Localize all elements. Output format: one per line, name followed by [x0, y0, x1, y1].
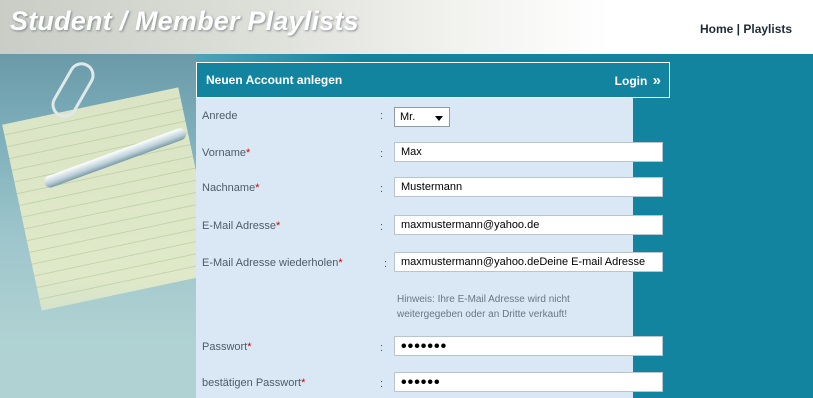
site-title: Student / Member Playlists: [10, 6, 359, 36]
field-colon: :: [380, 148, 384, 160]
email-repeat-label: E-Mail Adresse wiederholen*: [202, 257, 343, 269]
required-asterisk: *: [255, 182, 260, 194]
email-label: E-Mail Adresse*: [202, 220, 281, 232]
field-colon: :: [380, 378, 384, 390]
salutation-label: Anrede: [202, 110, 238, 122]
site-header: Student / Member Playlists Home | Playli…: [0, 0, 813, 54]
login-link[interactable]: Login »: [615, 72, 661, 89]
confirm-password-label: bestätigen Passwort*: [202, 377, 306, 389]
required-asterisk: *: [275, 220, 281, 232]
form-header: Neuen Account anlegen Login »: [196, 62, 670, 98]
form-title: Neuen Account anlegen: [206, 73, 343, 87]
email-repeat-input[interactable]: maxmustermann@yahoo.deDeine E-mail Adres…: [394, 252, 663, 272]
field-colon: :: [380, 183, 384, 195]
salutation-value: Mr.: [400, 111, 416, 123]
field-colon: :: [380, 342, 384, 354]
decorative-illustration: [0, 54, 196, 398]
field-colon: :: [380, 110, 384, 122]
required-asterisk: *: [301, 377, 306, 389]
illustration-fade: [0, 278, 196, 398]
confirm-password-input[interactable]: ••••••: [394, 372, 663, 392]
field-colon: :: [384, 258, 388, 270]
required-asterisk: *: [338, 257, 343, 269]
field-colon: :: [380, 221, 384, 233]
salutation-select[interactable]: Mr.: [394, 107, 450, 127]
nav-separator: |: [733, 22, 744, 36]
first-name-label: Vorname*: [202, 147, 251, 159]
required-asterisk: *: [247, 341, 252, 353]
nav-home-link[interactable]: Home: [700, 22, 733, 36]
password-input[interactable]: •••••••: [394, 336, 663, 356]
last-name-label: Nachname*: [202, 182, 260, 194]
first-name-input[interactable]: Max: [394, 142, 663, 162]
top-nav: Home | Playlists: [700, 22, 792, 36]
privacy-hint: Hinweis: Ihre E-Mail Adresse wird nicht …: [397, 294, 570, 320]
login-label[interactable]: Login: [615, 74, 648, 88]
password-label: Passwort*: [202, 341, 252, 353]
required-asterisk: *: [246, 147, 251, 159]
double-chevron-right-icon: »: [652, 72, 661, 89]
nav-playlists-link[interactable]: Playlists: [743, 22, 792, 36]
last-name-input[interactable]: Mustermann: [394, 177, 663, 197]
caret-down-icon: [435, 116, 443, 121]
email-input[interactable]: maxmustermann@yahoo.de: [394, 215, 663, 235]
